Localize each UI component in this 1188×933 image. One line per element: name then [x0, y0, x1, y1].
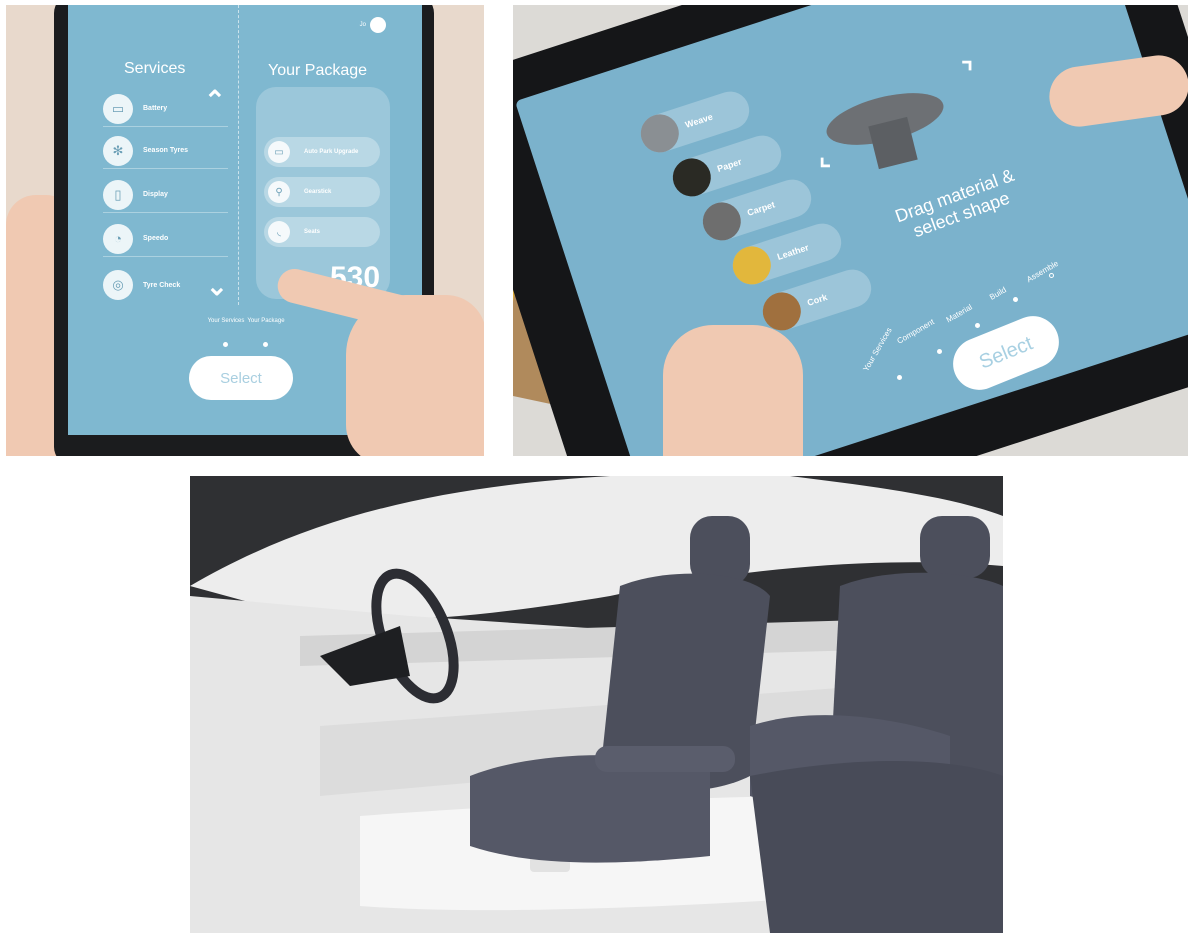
materials-tablet-photo: Weave Paper Carpet Leather Cork ⌝ ⌞ Drag… — [513, 5, 1188, 456]
select-button[interactable]: Select — [189, 356, 293, 400]
step-dot-package[interactable] — [263, 342, 268, 347]
next-shape-bracket-icon[interactable]: ⌝ — [961, 57, 973, 88]
right-hand — [346, 295, 484, 456]
step-dot-services[interactable] — [897, 375, 902, 380]
tyre-icon: ◎ — [103, 270, 133, 300]
display-icon: ▯ — [103, 179, 133, 210]
step-dot-assemble[interactable] — [1049, 273, 1054, 278]
car-icon: ▭ — [268, 141, 290, 163]
user-account-icon[interactable] — [370, 17, 386, 33]
step-dot-build[interactable] — [1013, 297, 1018, 302]
package-title: Your Package — [268, 62, 368, 79]
speedo-icon: ◔ — [103, 223, 133, 254]
prev-shape-bracket-icon[interactable]: ⌞ — [819, 141, 831, 172]
package-item-gearstick[interactable]: ⚲ Gearstick — [264, 177, 380, 207]
service-item-season-tyres[interactable]: ✻ Season Tyres — [103, 133, 228, 169]
seat-icon: ◟ — [268, 221, 290, 243]
step-dot-services[interactable] — [223, 342, 228, 347]
battery-icon: ▭ — [103, 93, 133, 124]
package-item-seats[interactable]: ◟ Seats — [264, 217, 380, 247]
package-item-auto-park[interactable]: ▭ Auto Park Upgrade — [264, 137, 380, 167]
scroll-down-chevron-icon[interactable]: ⌄ — [206, 271, 228, 302]
scroll-up-chevron-icon[interactable]: ⌃ — [204, 85, 226, 116]
step-dot-material[interactable] — [975, 323, 980, 328]
step-label-your-services: Your Services — [207, 318, 245, 324]
passenger-seat — [750, 516, 1003, 933]
step-label-your-package: Your Package — [247, 318, 285, 324]
left-hand — [663, 325, 803, 456]
interior-illustration — [190, 476, 1003, 933]
snowflake-icon: ✻ — [103, 135, 133, 166]
step-dot-component[interactable] — [937, 349, 942, 354]
gearstick-icon: ⚲ — [268, 181, 290, 203]
services-tablet-photo: Jo Services Your Package ▭ Battery ✻ Sea… — [6, 5, 484, 456]
user-name: Jo — [359, 22, 366, 28]
car-interior-render — [190, 476, 1003, 933]
service-item-display[interactable]: ▯ Display — [103, 177, 228, 213]
service-item-speedo[interactable]: ◔ Speedo — [103, 221, 228, 257]
column-divider — [238, 5, 239, 305]
services-title: Services — [124, 60, 186, 77]
